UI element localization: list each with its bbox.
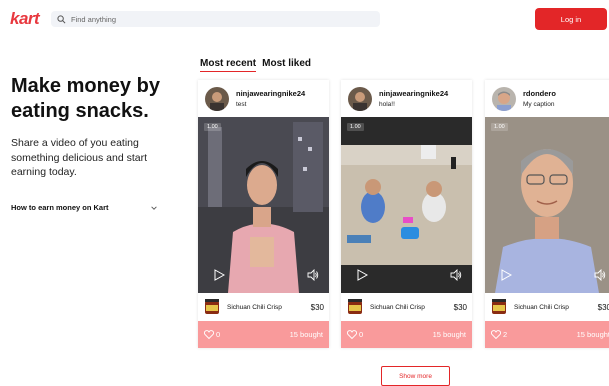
video-card[interactable]: rdondero My caption 1.00 Sichuan Chili C… — [485, 80, 609, 348]
username[interactable]: ninjawearingnike24 — [379, 89, 448, 98]
volume-icon[interactable] — [450, 269, 462, 281]
card-stats: 2 15 bought — [485, 321, 609, 348]
video-player[interactable]: 1.00 — [341, 117, 472, 293]
bought-count: 15 bought — [432, 330, 466, 339]
like-count: 0 — [216, 330, 221, 339]
show-more-button[interactable]: Show more — [381, 366, 450, 386]
bought-count: 15 bought — [576, 330, 609, 339]
play-icon[interactable] — [357, 269, 368, 281]
card-header: ninjawearingnike24 hola!! — [341, 80, 472, 117]
caption: My caption — [523, 101, 555, 108]
volume-icon[interactable] — [307, 269, 319, 281]
like-button[interactable]: 0 — [347, 330, 363, 339]
kart-logo[interactable]: kart — [10, 9, 40, 29]
tab-most-recent[interactable]: Most recent — [200, 58, 257, 72]
tab-most-liked[interactable]: Most liked — [262, 58, 311, 72]
product-price: $30 — [597, 302, 609, 312]
video-duration: 1.00 — [491, 123, 508, 131]
video-card[interactable]: ninjawearingnike24 test 1.00 Sichuan Chi… — [198, 80, 329, 348]
how-to-earn-label: How to earn money on Kart — [11, 203, 109, 212]
product-row[interactable]: Sichuan Chili Crisp $30 — [341, 293, 472, 321]
volume-icon[interactable] — [594, 269, 606, 281]
video-player[interactable]: 1.00 — [485, 117, 609, 293]
card-stats: 0 15 bought — [341, 321, 472, 348]
card-header: rdondero My caption — [485, 80, 609, 117]
bought-count: 15 bought — [289, 330, 323, 339]
like-button[interactable]: 2 — [491, 330, 507, 339]
hero-subtitle: Share a video of you eating something de… — [11, 137, 147, 178]
video-thumbnail — [198, 117, 329, 293]
search-bar[interactable] — [51, 11, 380, 27]
video-card[interactable]: ninjawearingnike24 hola!! 1.00 Sichuan C… — [341, 80, 472, 348]
chevron-down-icon — [151, 205, 157, 210]
video-player[interactable]: 1.00 — [198, 117, 329, 293]
avatar[interactable] — [205, 87, 229, 111]
product-name: Sichuan Chili Crisp — [514, 303, 569, 311]
video-duration: 1.00 — [347, 123, 364, 131]
avatar[interactable] — [492, 87, 516, 111]
card-stats: 0 15 bought — [198, 321, 329, 348]
product-price: $30 — [453, 302, 467, 312]
product-row[interactable]: Sichuan Chili Crisp $30 — [485, 293, 609, 321]
product-thumbnail — [203, 298, 221, 316]
avatar[interactable] — [348, 87, 372, 111]
video-duration: 1.00 — [204, 123, 221, 131]
product-row[interactable]: Sichuan Chili Crisp $30 — [198, 293, 329, 321]
caption: hola!! — [379, 101, 395, 108]
play-icon[interactable] — [214, 269, 225, 281]
video-thumbnail — [485, 117, 609, 293]
video-thumbnail — [341, 117, 472, 293]
hero-title: Make money by eating snacks. — [11, 75, 160, 122]
caption: test — [236, 101, 247, 108]
card-header: ninjawearingnike24 test — [198, 80, 329, 117]
product-name: Sichuan Chili Crisp — [370, 303, 425, 311]
like-count: 0 — [359, 330, 364, 339]
like-button[interactable]: 0 — [204, 330, 220, 339]
heart-icon — [347, 330, 357, 339]
product-thumbnail — [346, 298, 364, 316]
how-to-earn-toggle[interactable]: How to earn money on Kart — [11, 203, 158, 212]
username[interactable]: ninjawearingnike24 — [236, 89, 305, 98]
username[interactable]: rdondero — [523, 89, 556, 98]
like-count: 2 — [503, 330, 508, 339]
heart-icon — [204, 330, 214, 339]
feed-tabs: Most recent Most liked — [200, 58, 311, 72]
search-icon — [57, 14, 66, 23]
heart-icon — [491, 330, 501, 339]
search-input[interactable] — [71, 14, 351, 24]
top-bar: kart Log in — [0, 0, 609, 38]
product-name: Sichuan Chili Crisp — [227, 303, 282, 311]
play-icon[interactable] — [501, 269, 512, 281]
product-thumbnail — [490, 298, 508, 316]
login-button[interactable]: Log in — [535, 8, 607, 30]
product-price: $30 — [310, 302, 324, 312]
